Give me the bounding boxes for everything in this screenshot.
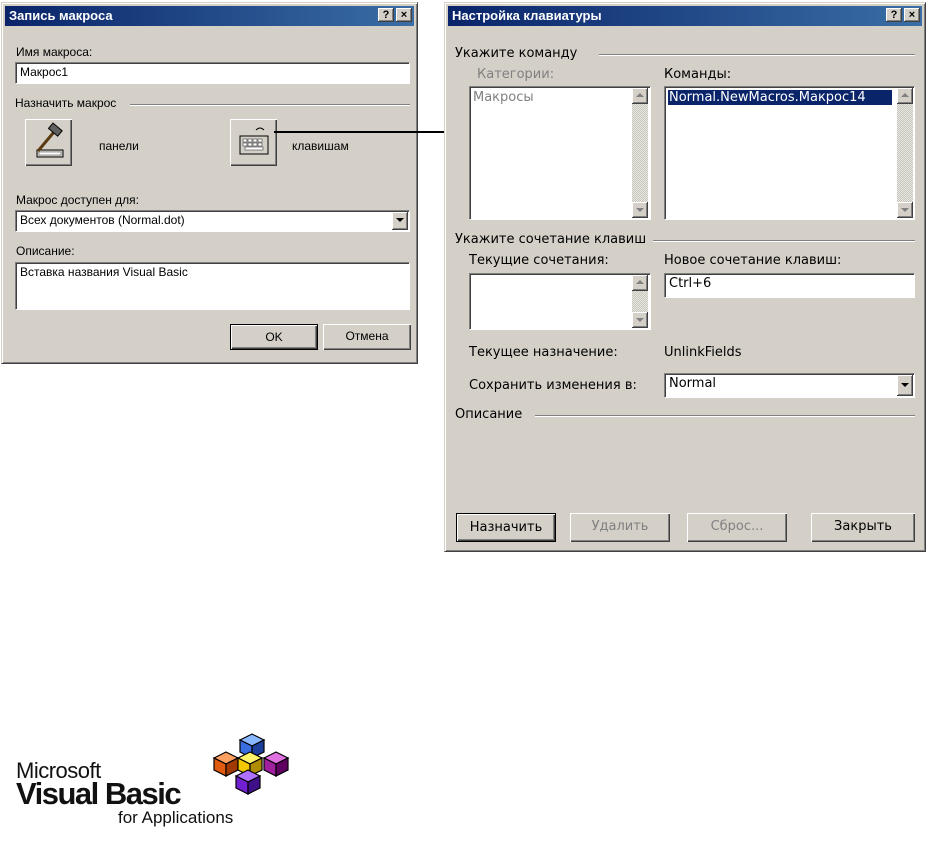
current-assignment-label: Текущее назначение: <box>469 345 618 360</box>
assign-macro-divider <box>130 104 410 106</box>
available-for-label: Макрос доступен для: <box>16 193 140 207</box>
logo-visual-basic-text: Visual Basic <box>16 776 182 811</box>
chevron-up-icon <box>901 93 909 97</box>
scroll-up-button[interactable] <box>632 275 648 291</box>
chevron-down-icon <box>636 318 644 322</box>
close-button[interactable]: × <box>396 8 412 22</box>
categories-scrollbar[interactable] <box>632 88 648 218</box>
ok-button[interactable]: OK <box>230 324 318 350</box>
record-macro-title: Запись макроса <box>9 8 113 23</box>
remove-button-label: Удалить <box>591 519 649 534</box>
current-keys-scrollbar[interactable] <box>632 275 648 328</box>
reset-button[interactable]: Сброс... <box>687 513 787 542</box>
close-dialog-button[interactable]: Закрыть <box>811 513 915 542</box>
close-button[interactable]: × <box>904 8 920 22</box>
help-button[interactable]: ? <box>886 8 902 22</box>
commands-scrollbar[interactable] <box>897 88 913 218</box>
scroll-up-button[interactable] <box>897 88 913 104</box>
available-for-dropdown-button[interactable] <box>392 212 408 230</box>
commands-label: Команды: <box>664 67 732 82</box>
chevron-down-icon <box>901 208 909 212</box>
assign-toolbar-button[interactable] <box>25 119 72 166</box>
help-button[interactable]: ? <box>378 8 394 22</box>
chevron-up-icon <box>636 280 644 284</box>
description-textarea[interactable]: Вставка названия Visual Basic <box>15 262 410 310</box>
chevron-down-icon <box>636 208 644 212</box>
categories-label: Категории: <box>477 67 555 82</box>
customize-keyboard-dialog: Настройка клавиатуры ? × Укажите команду… <box>444 2 926 552</box>
shortcut-group-divider <box>653 240 915 242</box>
description-group-label: Описание <box>455 407 523 422</box>
close-dialog-button-label: Закрыть <box>834 519 892 534</box>
scroll-down-button[interactable] <box>632 312 648 328</box>
vba-cubes-logo-icon <box>212 733 290 795</box>
chevron-up-icon <box>636 93 644 97</box>
logo-for-applications-text: for Applications <box>118 808 234 827</box>
current-keys-label: Текущие сочетания: <box>469 253 609 268</box>
save-in-dropdown-button[interactable] <box>897 375 913 396</box>
reset-button-label: Сброс... <box>710 519 764 534</box>
available-for-select[interactable]: Всех документов (Normal.dot) <box>15 210 410 232</box>
command-group-label: Укажите команду <box>455 46 578 61</box>
ok-button-label: OK <box>265 330 283 344</box>
macro-name-input[interactable]: Макрос1 <box>15 62 410 84</box>
scroll-up-button[interactable] <box>632 88 648 104</box>
current-keys-list[interactable] <box>469 273 651 330</box>
record-macro-title-bar[interactable]: Запись макроса ? × <box>5 6 414 26</box>
toolbar-label: панели <box>99 139 139 153</box>
assign-button-label: Назначить <box>469 520 543 535</box>
save-in-value: Normal <box>669 376 717 391</box>
shortcut-group-label: Укажите сочетание клавиш <box>455 232 647 247</box>
command-group-divider <box>599 54 915 56</box>
hammer-toolbar-icon <box>36 122 63 158</box>
commands-item-selected[interactable]: Normal.NewMacros.Макрос14 <box>668 90 892 105</box>
assign-macro-group-label: Назначить макрос <box>15 96 117 110</box>
chevron-down-icon <box>396 218 404 222</box>
save-in-select[interactable]: Normal <box>664 373 915 398</box>
vba-logo: Microsoft Visual Basic for Applications <box>14 730 314 840</box>
new-key-input[interactable]: Ctrl+6 <box>664 273 915 298</box>
new-key-label: Новое сочетание клавиш: <box>664 253 842 268</box>
current-assignment-value: UnlinkFields <box>664 345 742 360</box>
assign-button[interactable]: Назначить <box>456 513 556 542</box>
chevron-down-icon <box>901 383 909 387</box>
cancel-button[interactable]: Отмена <box>323 324 411 350</box>
macro-name-label: Имя макроса: <box>16 45 93 59</box>
commands-list[interactable]: Normal.NewMacros.Макрос14 <box>664 86 915 220</box>
remove-button[interactable]: Удалить <box>570 513 670 542</box>
save-in-label: Сохранить изменения в: <box>469 378 637 393</box>
customize-keyboard-title: Настройка клавиатуры <box>452 8 602 23</box>
description-group-divider <box>535 415 915 417</box>
assign-keyboard-button[interactable] <box>230 119 277 166</box>
available-for-value: Всех документов (Normal.dot) <box>20 213 185 227</box>
categories-item[interactable]: Макросы <box>473 90 647 105</box>
categories-list[interactable]: Макросы <box>469 86 651 220</box>
record-macro-dialog: Запись макроса ? × Имя макроса: Макрос1 … <box>1 2 418 364</box>
scroll-down-button[interactable] <box>897 202 913 218</box>
description-label: Описание: <box>16 244 75 258</box>
keyboard-icon <box>239 127 268 155</box>
keyboard-label: клавишам <box>292 139 349 153</box>
customize-keyboard-title-bar[interactable]: Настройка клавиатуры ? × <box>448 6 922 26</box>
scroll-down-button[interactable] <box>632 202 648 218</box>
cancel-button-label: Отмена <box>345 329 389 343</box>
